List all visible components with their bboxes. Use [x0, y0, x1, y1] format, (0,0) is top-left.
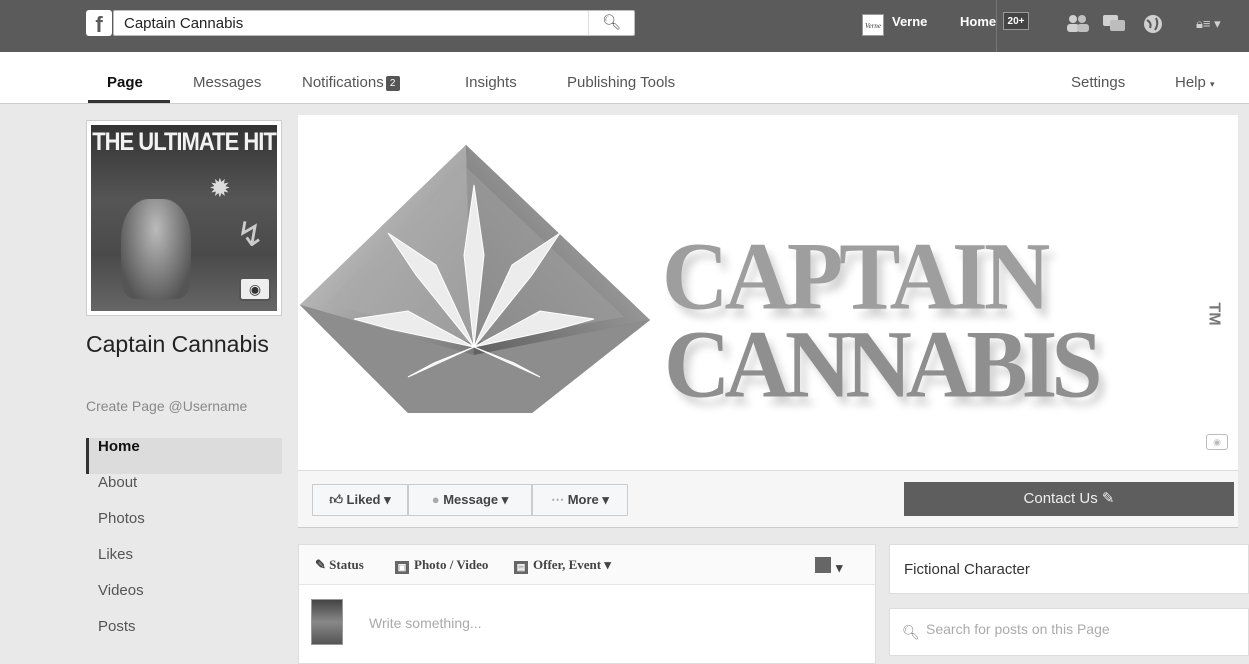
user-name-link[interactable]: Verne [892, 14, 927, 29]
tab-offer-event[interactable]: ▤ Offer, Event ▾ [514, 557, 611, 574]
page-avatar [311, 599, 343, 645]
top-bar: f 🔍︎ Verne Verne Home 20+ 🔒︎≡ ▾ [0, 0, 1249, 52]
page-title: Captain Cannabis [86, 331, 269, 357]
contact-us-button[interactable]: Contact Us ✎ [904, 482, 1234, 516]
chevron-down-icon: ▾ [601, 557, 611, 572]
settings-icon[interactable]: 🔒︎≡ ▾ [1196, 16, 1221, 32]
post-composer: ✎ Status ▣ Photo / Video ▤ Offer, Event ▾ … [298, 544, 876, 664]
cannabis-leaf-icon: ✹ [209, 173, 231, 203]
page-category: Fictional Character [889, 544, 1249, 594]
chevron-down-icon: ▾ [602, 492, 609, 507]
message-button[interactable]: ● Message ▾ [408, 484, 532, 516]
sidebar-item-home[interactable]: Home [86, 438, 282, 474]
home-link[interactable]: Home [960, 14, 996, 29]
tab-notifications-label: Notifications [302, 74, 384, 91]
sidebar-item-about[interactable]: About [86, 474, 282, 510]
message-label: Message [443, 492, 499, 507]
active-tab-indicator [88, 100, 170, 103]
cover-title-line2: CANNABIS [664, 310, 1103, 418]
tab-status-label: Status [329, 557, 364, 572]
divider [996, 0, 997, 52]
post-as-selector[interactable]: ▾ [815, 557, 843, 576]
trademark-label: TM [1205, 302, 1223, 326]
chevron-down-icon: ▾ [836, 560, 843, 575]
sidebar-item-posts[interactable]: Posts [86, 618, 282, 654]
create-username-link[interactable]: Create Page @Username [86, 398, 247, 414]
contact-us-label: Contact Us [1023, 490, 1098, 507]
photo-icon: ▣ [395, 561, 409, 574]
search-input[interactable] [114, 11, 574, 35]
settings-link[interactable]: Settings [1071, 74, 1125, 91]
help-label: Help [1175, 74, 1206, 91]
tab-page[interactable]: Page [107, 74, 143, 91]
pencil-icon: ✎ [1101, 490, 1115, 507]
messages-icon[interactable] [1102, 13, 1126, 38]
chat-bubble-icon: ● [431, 492, 440, 507]
sidebar-item-likes[interactable]: Likes [86, 546, 282, 582]
page-search-input[interactable] [926, 621, 1226, 637]
tab-publishing-tools[interactable]: Publishing Tools [567, 74, 675, 91]
chevron-down-icon: ▾ [1210, 79, 1215, 89]
tab-messages[interactable]: Messages [193, 74, 261, 91]
globe-icon[interactable] [1142, 13, 1164, 40]
tab-insights[interactable]: Insights [465, 74, 517, 91]
sidebar-menu: Home About Photos Likes Videos Posts [86, 438, 282, 654]
profile-artwork: THE ULTIMATE HIT ✹ ↯ ◉ [91, 125, 277, 311]
lightning-icon: ↯ [236, 216, 265, 254]
ellipsis-icon: ⋯ [551, 492, 565, 507]
notifications-count-badge: 2 [385, 76, 400, 91]
user-avatar[interactable]: Verne [862, 14, 884, 36]
page-nav: Page Messages Notifications 2 Insights Pu… [0, 52, 1249, 104]
pencil-icon: ✎ [315, 557, 330, 572]
profile-art-title: THE ULTIMATE HIT [92, 127, 277, 156]
liked-label: Liked [346, 492, 381, 507]
facebook-logo-icon[interactable]: f [86, 10, 112, 36]
more-label: More [567, 492, 599, 507]
search-icon: 🔍︎ [902, 624, 920, 640]
liked-button[interactable]: 👍︎ Liked ▾ [312, 484, 408, 516]
tab-notifications[interactable]: Notifications 2 [302, 74, 400, 91]
home-badge: 20+ [1003, 12, 1029, 30]
calendar-icon: ▤ [514, 561, 528, 574]
tab-status[interactable]: ✎ Status [315, 557, 364, 573]
tab-photo-video[interactable]: ▣ Photo / Video [395, 557, 488, 574]
chevron-down-icon: ▾ [384, 492, 391, 507]
global-search[interactable]: 🔍︎ [113, 10, 635, 36]
chevron-down-icon: ▾ [501, 492, 509, 507]
cover-photo[interactable]: CAPTAIN CANNABIS TM ◉ [298, 115, 1238, 470]
tab-photo-video-label: Photo / Video [414, 557, 489, 572]
composer-tabs: ✎ Status ▣ Photo / Video ▤ Offer, Event ▾ … [299, 545, 875, 585]
hero-figure [121, 199, 191, 299]
sidebar-item-photos[interactable]: Photos [86, 510, 282, 546]
magnifier-icon[interactable]: 🔍︎ [588, 11, 634, 35]
friends-icon[interactable] [1066, 13, 1090, 38]
profile-picture[interactable]: THE ULTIMATE HIT ✹ ↯ ◉ [86, 120, 282, 316]
camera-icon[interactable]: ◉ [239, 277, 271, 301]
sidebar-item-videos[interactable]: Videos [86, 582, 282, 618]
page-post-search[interactable]: 🔍︎ [889, 608, 1249, 656]
more-button[interactable]: ⋯ More ▾ [532, 484, 628, 516]
tab-offer-event-label: Offer, Event [533, 557, 602, 572]
help-menu[interactable]: Help ▾ [1175, 74, 1215, 91]
page-avatar-icon [815, 557, 831, 573]
camera-icon[interactable]: ◉ [1206, 434, 1228, 450]
thumbs-up-icon: 👍︎ [329, 492, 343, 507]
composer-input[interactable]: Write something... [369, 615, 482, 631]
